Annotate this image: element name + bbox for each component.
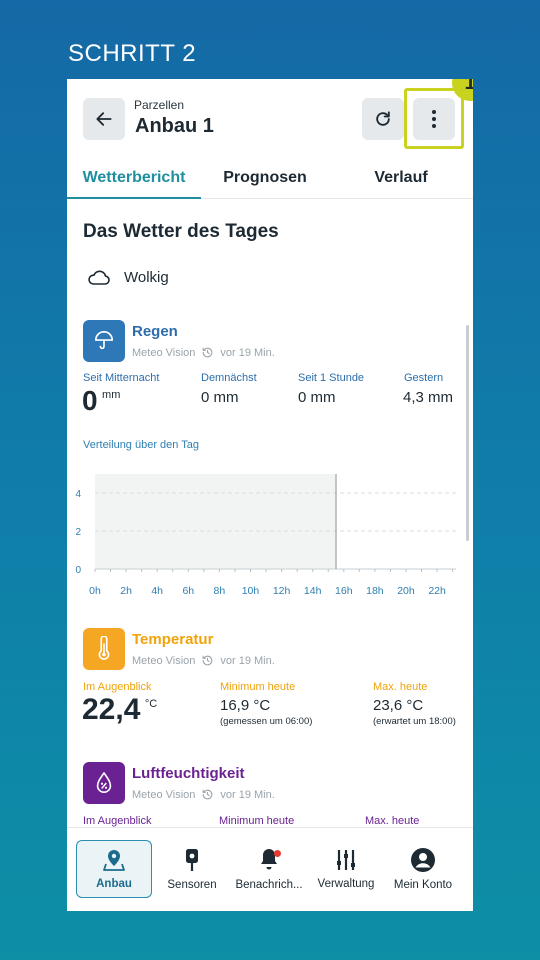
temperature-current-label: Im Augenblick	[83, 681, 152, 693]
temperature-source-row: Meteo Vision vor 19 Min.	[132, 654, 275, 667]
temperature-current: 22,4 °C	[82, 693, 157, 727]
nav-label: Mein Konto	[393, 879, 453, 891]
rain-since-midnight-unit: mm	[102, 389, 121, 401]
humidity-updated: vor 19 Min.	[220, 788, 275, 801]
chart-y-tick-label: 2	[75, 527, 81, 538]
nav-item-sensoren[interactable]: Sensoren	[154, 840, 230, 898]
step-highlight-frame	[404, 88, 464, 149]
rain-metric-value: 4,3 mm	[403, 389, 454, 406]
history-icon	[203, 655, 213, 666]
chart-y-tick-label: 0	[75, 565, 81, 576]
temperature-updated: vor 19 Min.	[220, 654, 275, 667]
nav-label: Verwaltung	[317, 878, 375, 890]
sensor-icon	[186, 849, 198, 871]
humidity-max-label: Max. heute	[365, 815, 420, 827]
nav-label: Sensoren	[167, 879, 217, 891]
nav-item-verwaltung[interactable]: Verwaltung	[308, 840, 384, 898]
nav-item-anbau[interactable]: Anbau	[76, 840, 152, 898]
temperature-current-unit: °C	[144, 698, 158, 710]
rain-metric-value: 0 mm	[298, 389, 336, 406]
chart-x-tick-label: 6h	[182, 585, 194, 597]
chart-y-tick-label: 4	[75, 489, 81, 500]
temperature-card-icon-box	[83, 628, 125, 670]
rain-since-midnight: 0 mm	[82, 385, 120, 417]
rain-since-midnight-value: 0	[82, 385, 98, 416]
humidity-card-icon-box	[83, 762, 125, 804]
chart-x-tick-label: 12h	[273, 585, 291, 597]
arrow-left-icon	[96, 112, 112, 126]
tab-verlauf[interactable]: Verlauf	[329, 157, 473, 199]
chart-x-tick-label: 20h	[397, 585, 415, 597]
rain-updated: vor 19 Min.	[220, 346, 275, 359]
account-icon	[411, 848, 435, 872]
notification-dot	[274, 850, 281, 857]
temperature-max-value: 23,6 °C	[373, 697, 424, 714]
chart-x-tick-label: 4h	[151, 585, 163, 597]
chart-x-tick-label: 2h	[120, 585, 132, 597]
sliders-icon	[337, 850, 355, 870]
chart-x-tick-label: 22h	[428, 585, 446, 597]
page-title: Anbau 1	[135, 115, 214, 137]
tab-prognosen[interactable]: Prognosen	[201, 157, 329, 199]
rain-metric-label: Demnächst	[201, 372, 257, 384]
thermometer-icon	[98, 636, 110, 660]
temperature-source: Meteo Vision	[132, 654, 196, 667]
umbrella-icon	[94, 331, 114, 350]
chart-caption: Verteilung über den Tag	[83, 439, 199, 451]
chart-elapsed-area	[95, 474, 337, 569]
temperature-title: Temperatur	[132, 631, 214, 648]
temperature-max-note: (erwartet um 18:00)	[373, 716, 456, 727]
chart-x-tick-label: 18h	[366, 585, 384, 597]
refresh-button[interactable]	[362, 98, 404, 140]
nav-item-mein-konto[interactable]: Mein Konto	[385, 840, 461, 898]
chart-x-tick-label: 8h	[214, 585, 226, 597]
refresh-icon	[376, 111, 390, 126]
temperature-current-value: 22,4	[82, 693, 141, 726]
humidity-title: Luftfeuchtigkeit	[132, 765, 245, 782]
rain-metric-label: Seit Mitternacht	[83, 372, 160, 384]
history-icon	[203, 347, 213, 358]
rain-metric-label: Seit 1 Stunde	[298, 372, 365, 384]
temperature-max-label: Max. heute	[373, 681, 428, 693]
nav-item-benachrichtigungen[interactable]: Benachrich...	[231, 840, 307, 898]
section-title: Das Wetter des Tages	[83, 221, 279, 242]
active-tab-indicator	[67, 197, 201, 199]
map-pin-icon	[103, 850, 125, 871]
phone-screen: Parzellen Anbau 1 Wetterbericht Prognose…	[67, 79, 473, 911]
breadcrumb: Parzellen	[134, 98, 185, 112]
humidity-drop-icon	[96, 772, 112, 793]
history-icon	[203, 789, 213, 800]
rain-title: Regen	[132, 323, 178, 340]
tab-wetterbericht[interactable]: Wetterbericht	[67, 157, 201, 199]
chart-x-tick-label: 10h	[242, 585, 260, 597]
back-button[interactable]	[83, 98, 125, 140]
nav-label: Anbau	[96, 878, 132, 890]
weather-condition: Wolkig	[124, 269, 169, 286]
rain-card-icon-box	[83, 320, 125, 362]
rain-metric-value: 0 mm	[201, 389, 239, 406]
rain-metric-label: Gestern	[404, 372, 444, 384]
humidity-min-label: Minimum heute	[219, 815, 295, 827]
rain-source: Meteo Vision	[132, 346, 196, 359]
temperature-min-value: 16,9 °C	[220, 697, 271, 714]
humidity-source-row: Meteo Vision vor 19 Min.	[132, 788, 275, 801]
tab-bar: Wetterbericht Prognosen Verlauf	[67, 157, 473, 199]
cloud-icon	[88, 270, 110, 285]
humidity-source: Meteo Vision	[132, 788, 196, 801]
chart-x-tick-label: 0h	[89, 585, 101, 597]
temperature-min-note: (gemessen um 06:00)	[220, 716, 313, 727]
temperature-min-label: Minimum heute	[220, 681, 296, 693]
chart-x-tick-label: 16h	[335, 585, 353, 597]
step-title: SCHRITT 2	[68, 40, 197, 67]
rain-chart-svg: 0 2 4 0h 2h 4h 6h 8h 10h 12h 14h 16h 18h 20h 22h	[75, 474, 456, 597]
nav-label: Benachrich...	[235, 879, 303, 891]
bottom-navigation: Anbau Sensoren Benachrich... Verwaltung …	[67, 827, 473, 911]
rain-chart: 0 2 4 0h 2h 4h 6h 8h 10h 12h 14h 16h 18h 20h 22h	[67, 459, 473, 604]
rain-source-row: Meteo Vision vor 19 Min.	[132, 346, 275, 359]
humidity-current-label: Im Augenblick	[83, 815, 152, 827]
chart-x-tick-label: 14h	[304, 585, 322, 597]
